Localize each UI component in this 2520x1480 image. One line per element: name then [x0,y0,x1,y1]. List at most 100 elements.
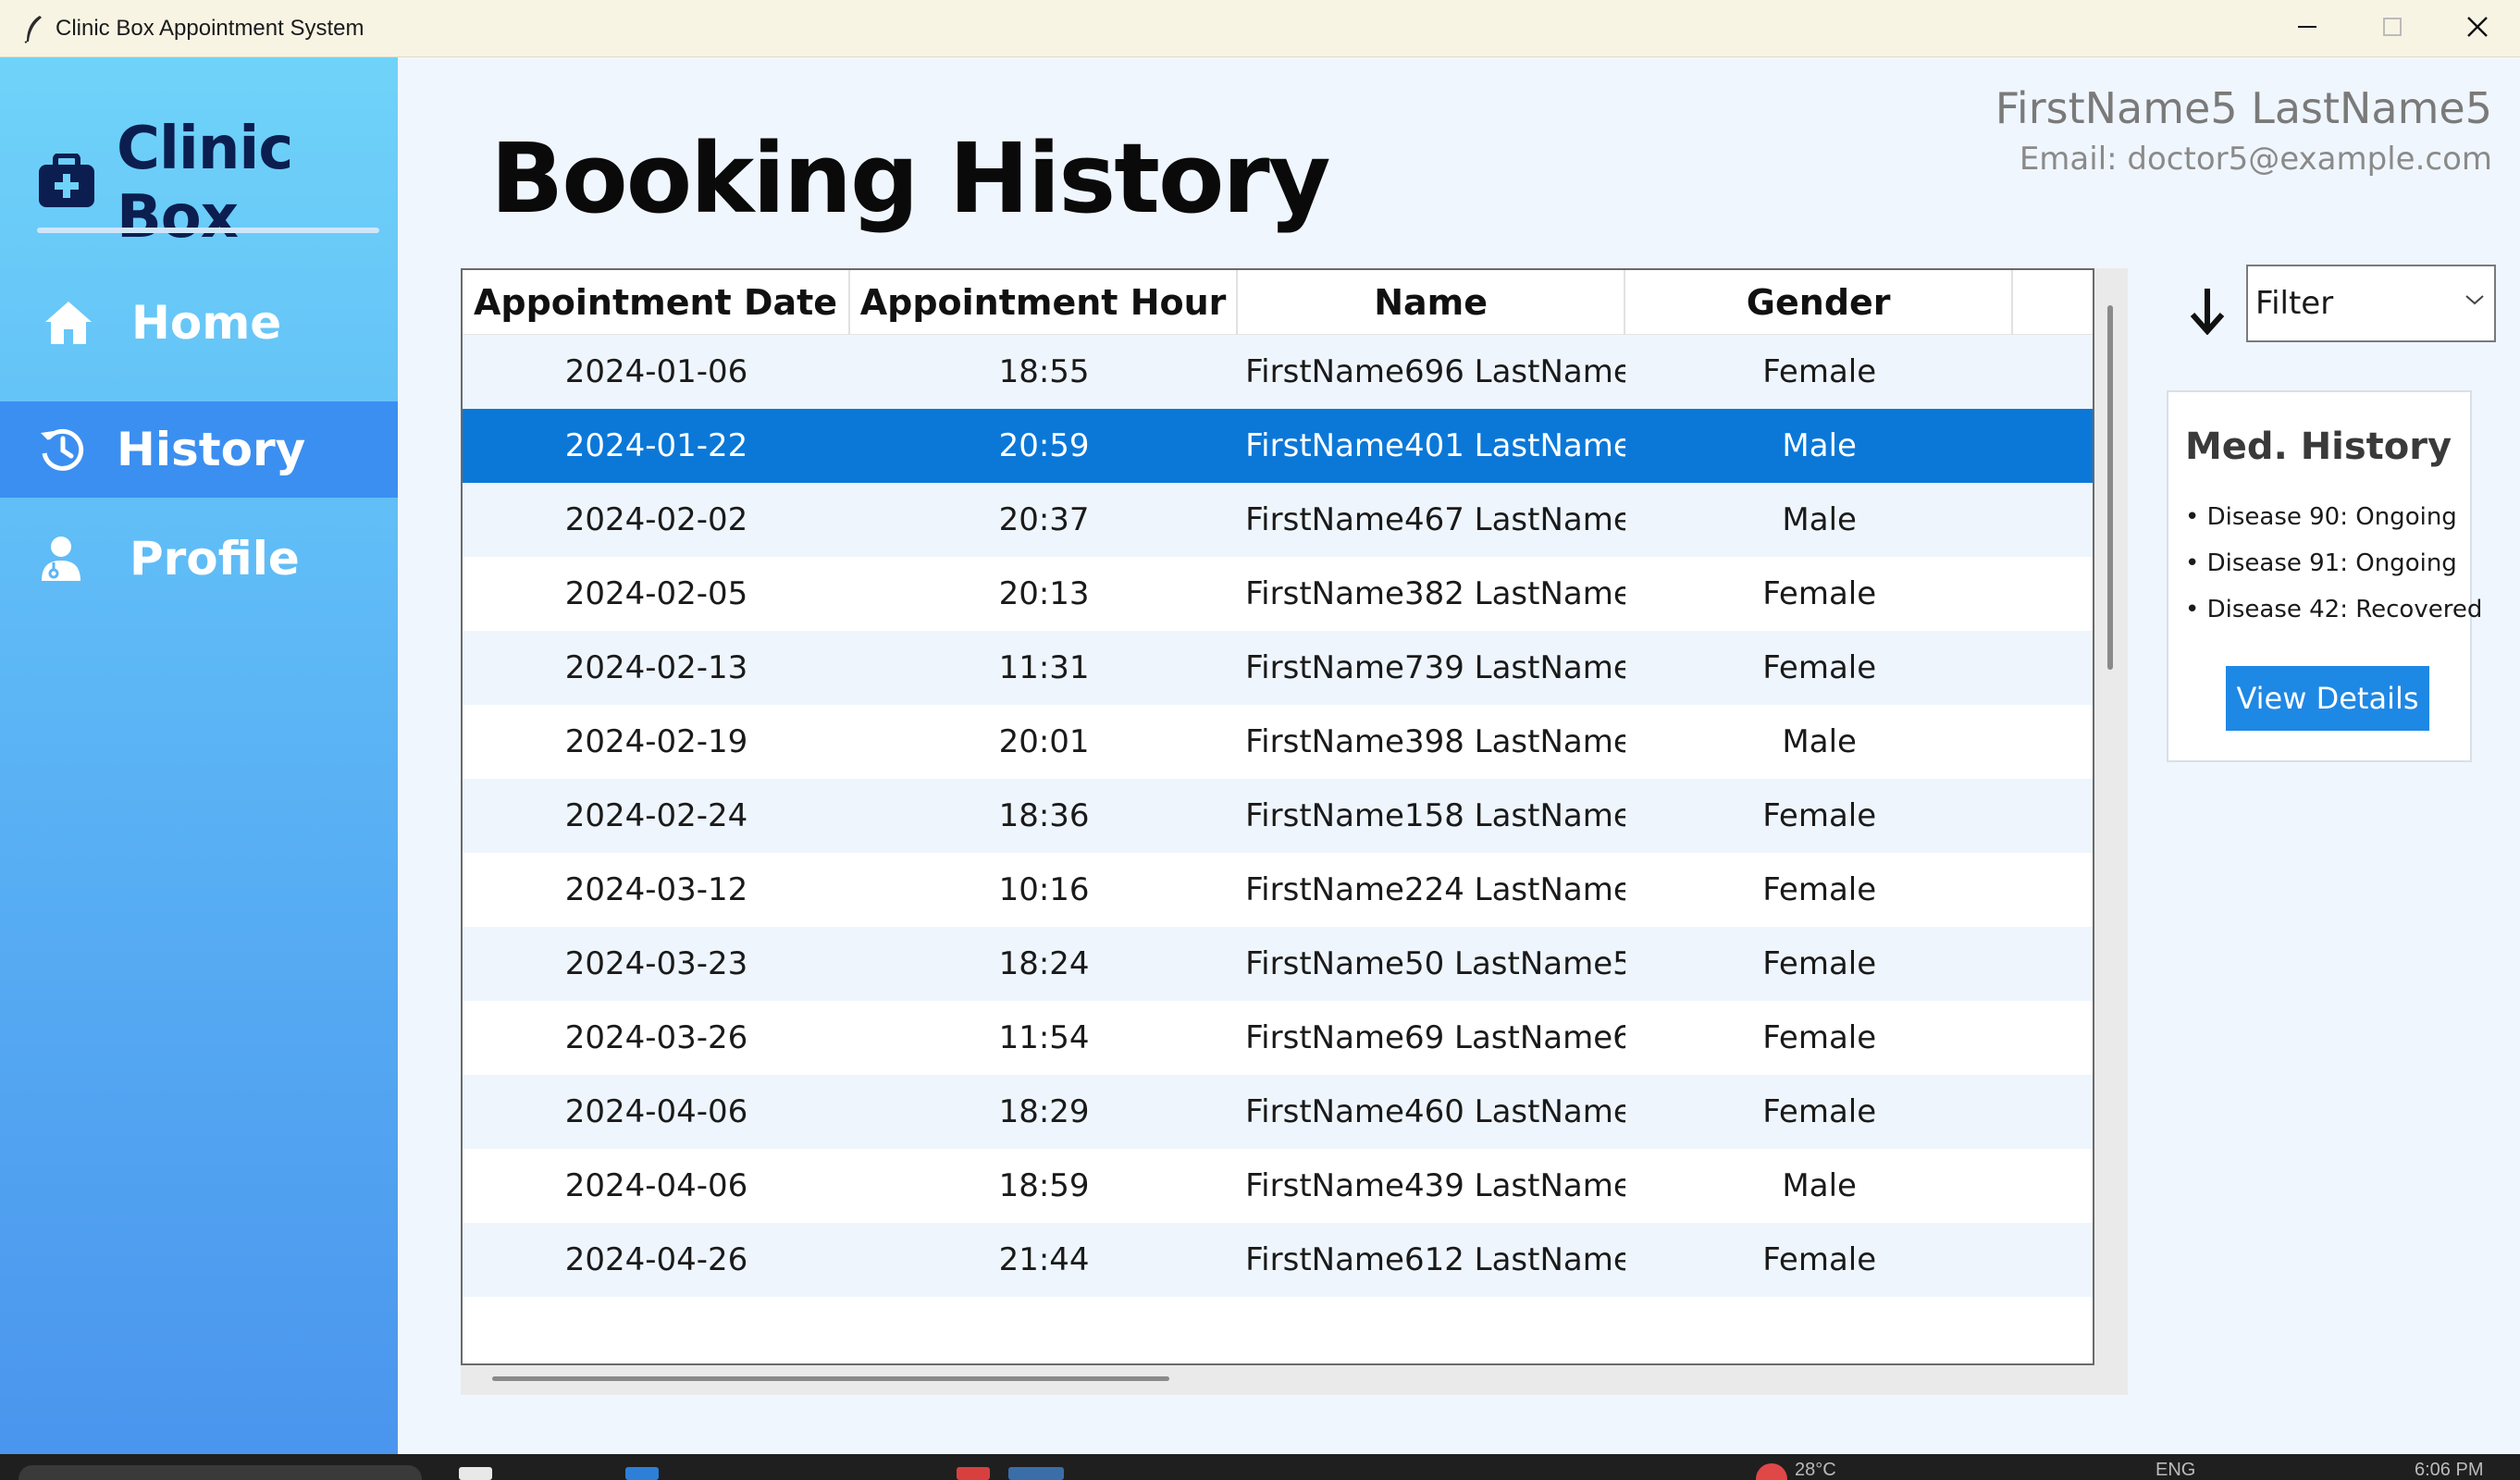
column-header-gender[interactable]: Gender [1625,270,2014,335]
page-title: Booking History [490,122,1331,235]
cell-name: FirstName382 LastName3 [1245,575,1626,612]
cell-appointment-date: 2024-02-13 [564,649,748,686]
table-row[interactable]: 2024-02-24 18:36 FirstName158 LastName15 Fe… [463,779,2093,853]
cell-gender: Female [1762,575,1877,612]
maximize-icon [2382,17,2403,41]
cell-filler [2013,631,2093,705]
horizontal-scrollbar[interactable] [461,1365,2094,1395]
cell-appointment-hour: 18:36 [998,797,1090,834]
app-icon[interactable] [957,1467,990,1480]
med-history-item: Disease 90: Ongoing [2185,494,2482,540]
view-details-button[interactable]: View Details [2226,666,2429,731]
cell-appointment-hour: 20:13 [998,575,1090,612]
table-row[interactable]: 2024-02-02 20:37 FirstName467 LastName4 Mal… [463,483,2093,557]
booking-history-table: Appointment Date Appointment Hour Name G… [461,268,2094,1365]
column-header-appointment-hour[interactable]: Appointment Hour [850,270,1239,335]
table-row[interactable]: 2024-02-19 20:01 FirstName398 LastName3 Mal… [463,705,2093,779]
vertical-scrollbar-thumb[interactable] [2107,305,2113,670]
cell-gender: Female [1762,649,1877,686]
user-email: Email: doctor5@example.com [2019,141,2492,178]
cell-appointment-hour: 10:16 [998,871,1090,908]
brand-divider [37,228,379,233]
cell-appointment-hour: 11:54 [998,1019,1090,1056]
minimize-button[interactable] [2265,0,2350,57]
cell-appointment-hour: 18:24 [998,945,1090,982]
cell-filler [2013,705,2093,779]
arrow-down-icon [2189,287,2226,339]
cell-appointment-hour: 18:59 [998,1167,1090,1204]
cell-appointment-date: 2024-01-06 [564,353,748,390]
table-row[interactable]: 2024-03-26 11:54 FirstName69 LastName69 Fem… [463,1001,2093,1075]
column-header-name[interactable]: Name [1238,270,1626,335]
cell-appointment-hour: 18:55 [998,353,1090,390]
sidebar-item-home[interactable]: Home [0,275,398,371]
cell-gender: Female [1762,871,1877,908]
close-button[interactable] [2435,0,2520,57]
med-history-item: Disease 91: Ongoing [2185,540,2482,586]
taskbar-search[interactable] [19,1465,422,1480]
cell-name: FirstName401 LastName4( [1245,427,1626,464]
cell-gender: Female [1762,1093,1877,1130]
cell-appointment-date: 2024-03-23 [564,945,748,982]
cell-name: FirstName612 LastName61 [1245,1241,1625,1278]
cell-appointment-hour: 20:59 [998,427,1090,464]
cell-appointment-date: 2024-04-26 [564,1241,748,1278]
cell-filler [2013,927,2093,1001]
cell-name: FirstName739 LastName7 [1245,649,1626,686]
cell-gender: Male [1782,501,1857,538]
window-titlebar: Clinic Box Appointment System [0,0,2520,57]
table-row[interactable]: 2024-02-13 11:31 FirstName739 LastName7 Fem… [463,631,2093,705]
cell-appointment-hour: 11:31 [998,649,1090,686]
taskbar-clock[interactable]: 6:06 PM [2415,1460,2483,1480]
table-header: Appointment Date Appointment Hour Name G… [463,270,2093,335]
cell-name: FirstName69 LastName69 [1245,1019,1626,1056]
filter-dropdown[interactable]: Filter [2246,265,2496,342]
table-row[interactable]: 2024-03-12 10:16 FirstName224 LastName2 Fem… [463,853,2093,927]
sidebar-item-label: Profile [130,532,300,586]
cell-gender: Female [1762,1241,1877,1278]
table-row[interactable]: 2024-02-05 20:13 FirstName382 LastName3 Fem… [463,557,2093,631]
cell-filler [2013,1223,2093,1297]
maximize-button[interactable] [2350,0,2435,57]
cell-gender: Male [1782,723,1857,760]
vertical-scrollbar[interactable] [2094,268,2128,1395]
weather-icon[interactable] [1756,1463,1787,1480]
sidebar-item-profile[interactable]: Profile [0,511,398,607]
sidebar-item-history[interactable]: History [0,401,398,498]
taskbar-language[interactable]: ENG [2156,1460,2195,1480]
table-row[interactable]: 2024-01-06 18:55 FirstName696 LastName6 Fem… [463,335,2093,409]
browser-icon[interactable] [625,1467,659,1480]
cell-name: FirstName696 LastName6 [1245,353,1626,390]
close-icon [2466,16,2489,42]
sidebar-item-label: History [117,423,306,476]
cell-name: FirstName398 LastName3 [1245,723,1626,760]
cell-name: FirstName50 LastName50 [1245,945,1626,982]
cell-appointment-date: 2024-02-19 [564,723,748,760]
minimize-icon [2297,17,2317,41]
medical-kit-icon [37,153,96,213]
history-icon [37,424,89,475]
user-name: FirstName5 LastName5 [1995,83,2492,133]
doctor-icon [35,533,87,585]
cell-filler [2013,1149,2093,1223]
sort-button[interactable] [2181,285,2233,340]
table-row[interactable]: 2024-04-26 21:44 FirstName612 LastName61 Fe… [463,1223,2093,1297]
brand-logo: Clinic Box [37,115,398,252]
file-explorer-icon[interactable] [459,1467,492,1480]
cell-name: FirstName467 LastName4 [1245,501,1626,538]
cell-name: FirstName158 LastName15 [1245,797,1625,834]
table-row[interactable]: 2024-04-06 18:29 FirstName460 LastName4 Fem… [463,1075,2093,1149]
horizontal-scrollbar-thumb[interactable] [492,1376,1169,1381]
window-controls [2265,0,2520,57]
active-app-icon[interactable] [1008,1467,1064,1480]
cell-filler [2013,779,2093,853]
table-row[interactable]: 2024-04-06 18:59 FirstName439 LastName4 Mal… [463,1149,2093,1223]
med-history-title: Med. History [2185,426,2452,468]
column-header-appointment-date[interactable]: Appointment Date [463,270,851,335]
cell-appointment-date: 2024-03-12 [564,871,748,908]
table-row[interactable]: 2024-01-22 20:59 FirstName401 LastName4(Ma… [463,409,2093,483]
cell-appointment-hour: 21:44 [998,1241,1090,1278]
cell-appointment-hour: 18:29 [998,1093,1090,1130]
table-row[interactable]: 2024-03-23 18:24 FirstName50 LastName50 Fem… [463,927,2093,1001]
cell-appointment-date: 2024-02-05 [564,575,748,612]
